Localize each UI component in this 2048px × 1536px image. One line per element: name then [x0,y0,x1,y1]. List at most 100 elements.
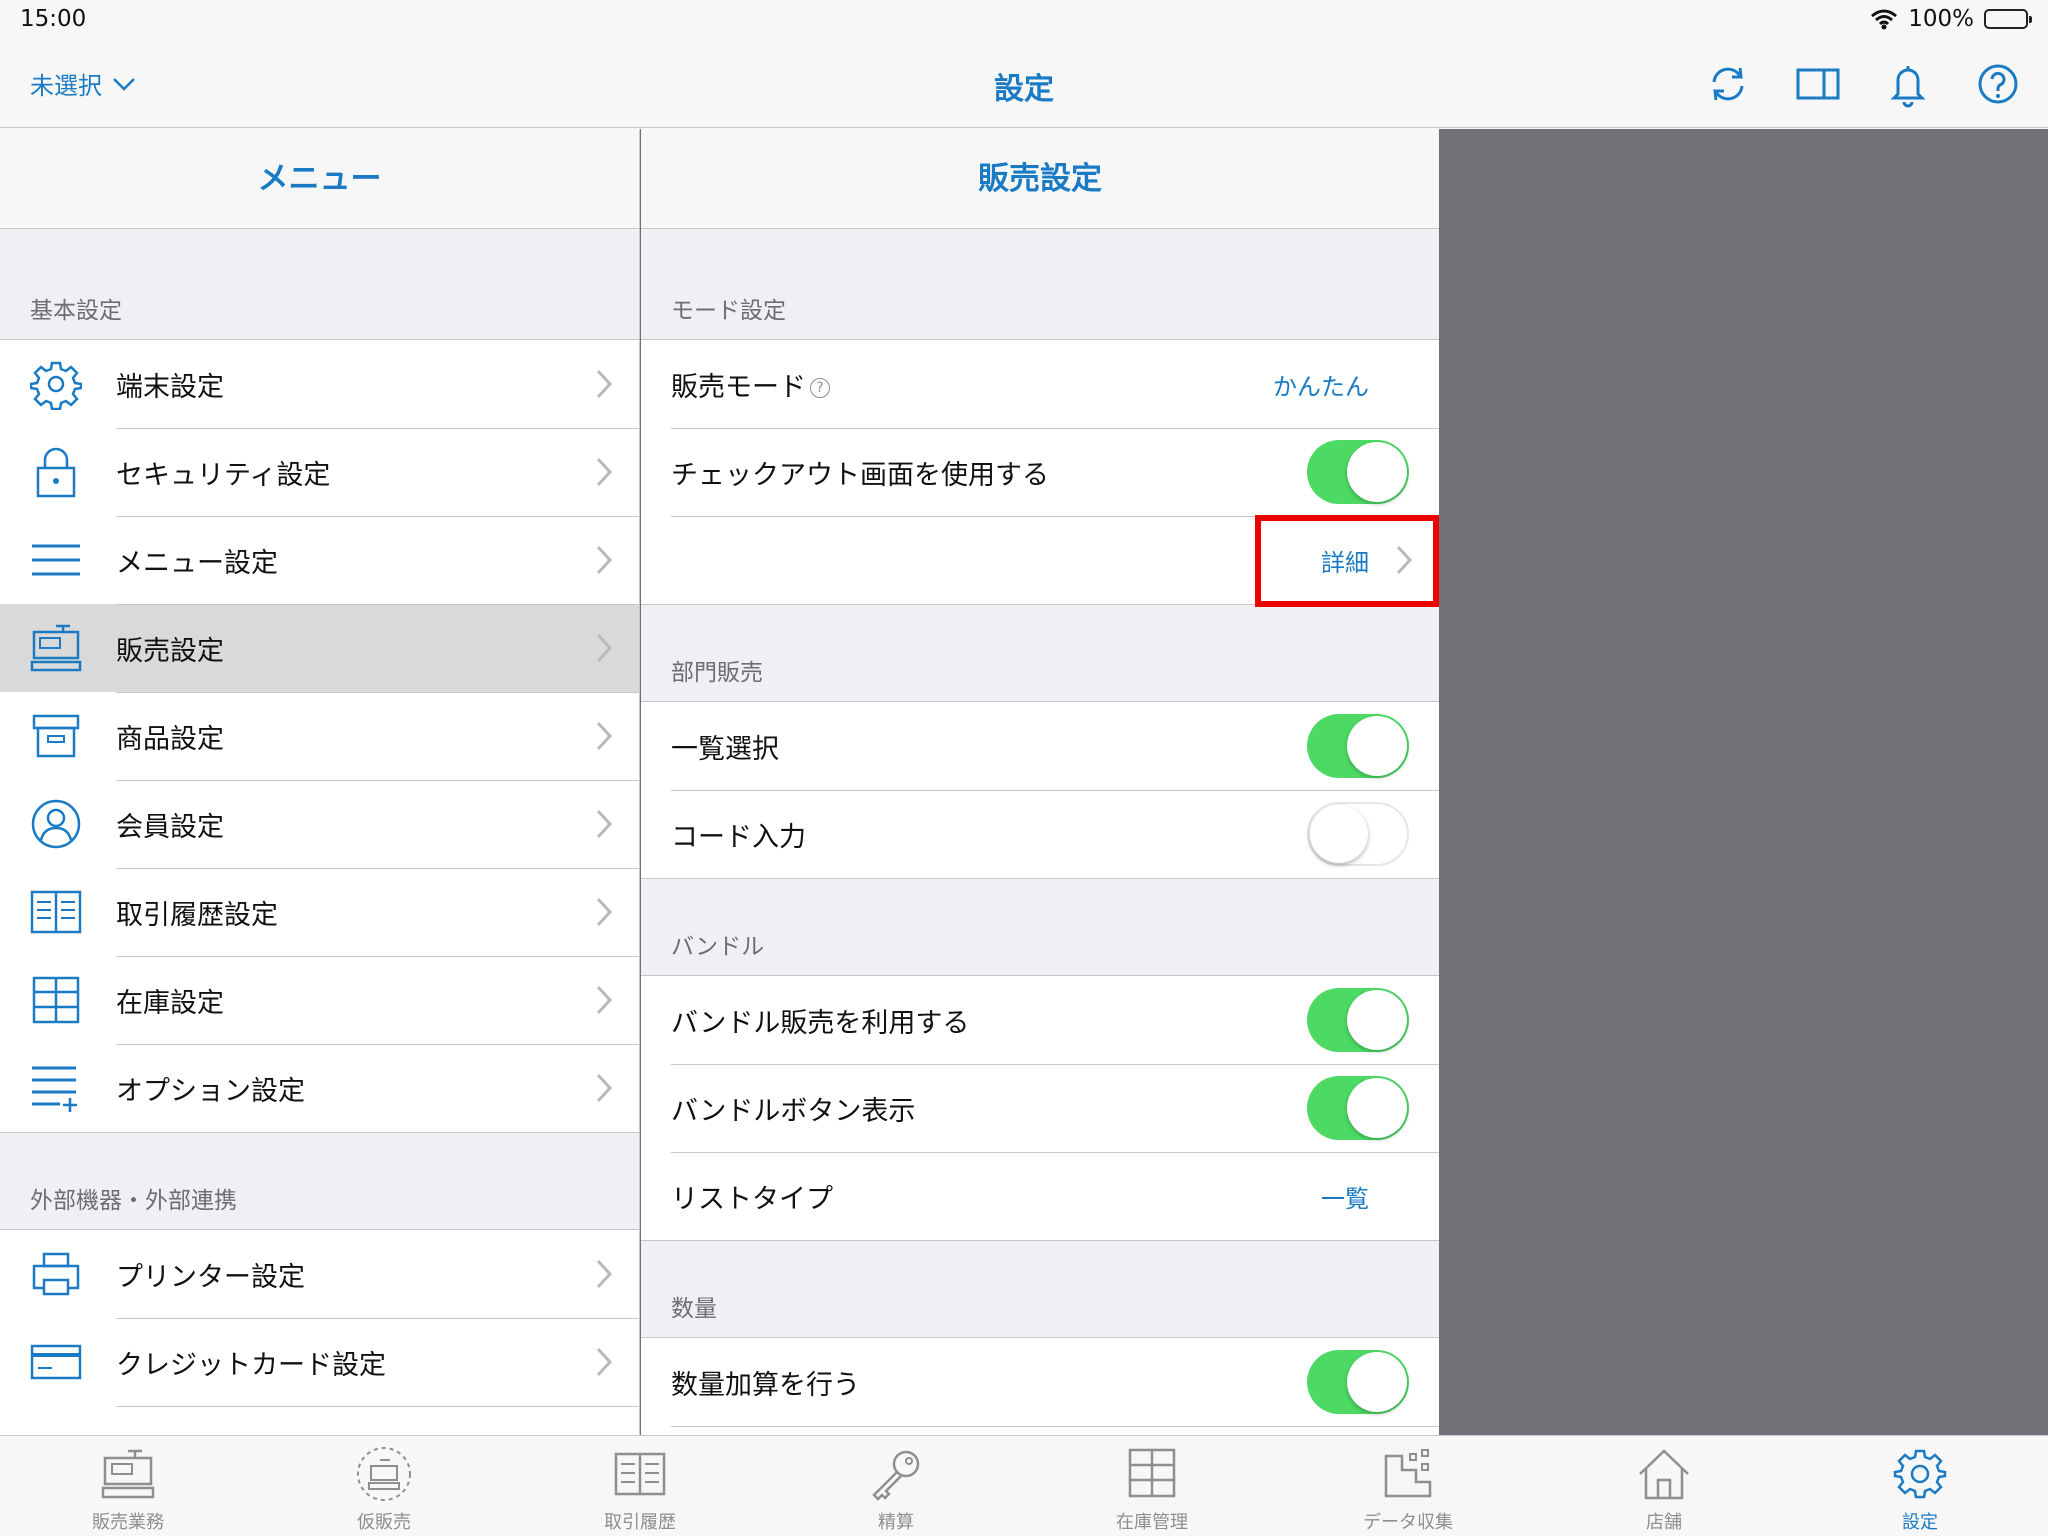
menu-item-label: 端末設定 [116,371,224,403]
tab-label: 仮販売 [357,1512,411,1533]
temp-register-icon [357,1447,411,1501]
menu-item-label: クレジットカード設定 [116,1349,386,1381]
menu-item-label: メニュー設定 [116,547,278,579]
nav-bar: 未選択 設定 [0,40,2048,128]
menu-item-label: プリンター設定 [116,1261,305,1293]
menu-item-device[interactable]: 端末設定 [0,340,639,428]
content-area: メニュー 基本設定 端末設定 セキュリティ設定 メニュー設定 販売設定 商品設定… [0,129,2048,1435]
bundle-button-row: バンドルボタン表示 [641,1064,1439,1152]
menu-item-label: 会員設定 [116,811,224,843]
checkout-screen-toggle[interactable] [1307,440,1409,504]
section-header: 数量 [671,1296,717,1322]
menu-item-sales[interactable]: 販売設定 [0,604,639,692]
menu-group-external: プリンター設定 クレジットカード設定 [0,1229,639,1435]
bundle-group: バンドル販売を利用する バンドルボタン表示 リストタイプ 一覧 [641,975,1439,1241]
chevron-right-icon [596,545,613,575]
menu-item-label: セキュリティ設定 [116,459,331,491]
qty-add-row: 数量加算を行う [641,1338,1439,1426]
chevron-right-icon [596,985,613,1015]
menu-item-printer[interactable]: プリンター設定 [0,1230,639,1318]
tab-label: 設定 [1902,1512,1938,1533]
menu-item-stock[interactable]: 在庫設定 [0,956,639,1044]
tab-label: 在庫管理 [1116,1512,1188,1533]
credit-card-icon [30,1344,82,1380]
checkout-screen-label: チェックアウト画面を使用する [671,459,1049,491]
section-header: 基本設定 [30,298,122,324]
menu-item-option[interactable]: オプション設定 [0,1044,639,1132]
battery-icon [1984,9,2032,29]
sales-mode-label: 販売モード [671,371,806,403]
section-header: モード設定 [671,298,786,324]
menu-lines-icon [32,544,80,576]
gear-icon [30,361,82,410]
wifi-icon [1871,9,1898,30]
sales-mode-row[interactable]: 販売モード? かんたん [641,340,1439,428]
tab-settings[interactable]: 設定 [1792,1436,2048,1536]
use-bundle-row: バンドル販売を利用する [641,976,1439,1064]
tab-history[interactable]: 取引履歴 [512,1436,768,1536]
code-input-toggle[interactable] [1307,802,1409,866]
list-select-row: 一覧選択 [641,702,1439,790]
tab-stock[interactable]: 在庫管理 [1024,1436,1280,1536]
menu-group-basic: 端末設定 セキュリティ設定 メニュー設定 販売設定 商品設定 会員設定 取引履歴… [0,339,639,1133]
menu-panel: メニュー 基本設定 端末設定 セキュリティ設定 メニュー設定 販売設定 商品設定… [0,129,640,1435]
battery-percent: 100% [1908,6,1974,32]
tab-label: 販売業務 [92,1512,164,1533]
gear-icon [1893,1449,1947,1499]
shelf-icon [1128,1448,1176,1498]
tab-sales[interactable]: 販売業務 [0,1436,256,1536]
menu-item-security[interactable]: セキュリティ設定 [0,428,639,516]
quantity-group: 数量加算を行う [641,1337,1439,1435]
list-type-row[interactable]: リストタイプ 一覧 [641,1152,1439,1240]
menu-item-credit-card[interactable]: クレジットカード設定 [0,1318,639,1406]
help-icon[interactable]: ? [810,378,830,398]
tab-store[interactable]: 店舗 [1536,1436,1792,1536]
lock-icon [36,447,76,498]
menu-item-product[interactable]: 商品設定 [0,692,639,780]
qty-add-toggle[interactable] [1307,1350,1409,1414]
menu-item-history[interactable]: 取引履歴設定 [0,868,639,956]
chevron-right-icon [596,1073,613,1103]
chevron-right-icon [596,633,613,663]
list-select-toggle[interactable] [1307,714,1409,778]
mode-settings-group: 販売モード? かんたん チェックアウト画面を使用する 詳細 [641,339,1439,607]
sync-button[interactable] [1704,60,1752,108]
shelf-icon [32,976,80,1024]
status-bar: 15:00 100% [0,0,2048,40]
key-icon [872,1450,920,1501]
menu-item-member[interactable]: 会員設定 [0,780,639,868]
list-plus-icon [32,1066,77,1112]
sales-mode-value: かんたん [1273,372,1369,401]
bundle-button-toggle[interactable] [1307,1076,1409,1140]
list-type-label: リストタイプ [671,1183,833,1215]
menu-item-more[interactable] [0,1406,639,1435]
tab-label: 店舗 [1646,1512,1682,1533]
menu-item-label: 商品設定 [116,723,224,755]
tab-bar: 販売業務 仮販売 取引履歴 精算 在庫管理 データ収集 店舗 設定 [0,1435,2048,1536]
sales-panel-header: 販売設定 [641,129,1439,229]
detail-row[interactable]: 詳細 [641,515,1439,607]
tab-label: データ収集 [1363,1512,1453,1533]
use-bundle-toggle[interactable] [1307,988,1409,1052]
menu-item-menu[interactable]: メニュー設定 [0,516,639,604]
chevron-right-icon [596,1259,613,1289]
chevron-right-icon [596,897,613,927]
tab-temp-sales[interactable]: 仮販売 [256,1436,512,1536]
menu-item-label: 在庫設定 [116,987,224,1019]
help-icon [1978,64,2018,104]
chevron-right-icon [596,809,613,839]
next-row [641,1426,1439,1435]
menu-item-label: 販売設定 [116,635,224,667]
checkout-screen-row: チェックアウト画面を使用する [641,428,1439,516]
notification-button[interactable] [1884,60,1932,108]
section-header: バンドル [671,934,765,960]
split-view-button[interactable] [1794,60,1842,108]
split-view-icon [1796,68,1840,100]
list-select-label: 一覧選択 [671,733,779,765]
person-icon [31,799,81,849]
tab-settlement[interactable]: 精算 [768,1436,1024,1536]
chevron-right-icon [596,721,613,751]
use-bundle-label: バンドル販売を利用する [671,1007,970,1039]
tab-data-collection[interactable]: データ収集 [1280,1436,1536,1536]
help-button[interactable] [1974,60,2022,108]
